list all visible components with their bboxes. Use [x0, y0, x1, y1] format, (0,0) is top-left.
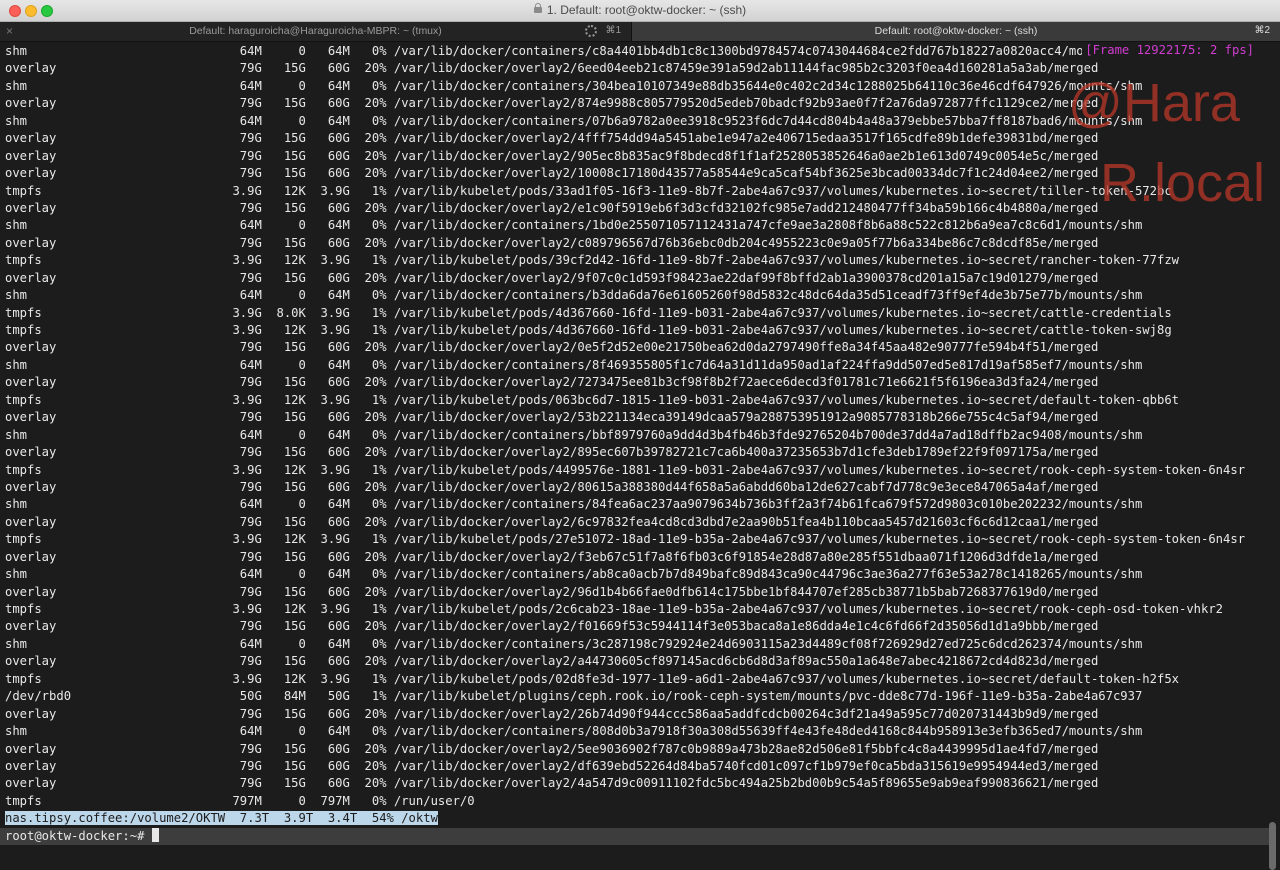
terminal-line: tmpfs 3.9G 12K 3.9G 1% /var/lib/kubelet/…	[5, 323, 1172, 337]
terminal-line: overlay 79G 15G 60G 20% /var/lib/docker/…	[5, 166, 1099, 181]
terminal-line: overlay 79G 15G 60G 20% /var/lib/docker/…	[5, 375, 1099, 390]
selected-line: nas.tipsy.coffee:/volume2/OKTW 7.3T 3.9T…	[5, 810, 1270, 827]
terminal-line: overlay 79G 15G 60G 20% /var/lib/docker/…	[5, 758, 1099, 773]
tab-label: Default: root@oktw-docker: ~ (ssh)	[874, 25, 1038, 37]
terminal-line: tmpfs 3.9G 12K 3.9G 1% /var/lib/kubelet/…	[5, 392, 1179, 407]
terminal-line: overlay 79G 15G 60G 20% /var/lib/docker/…	[5, 148, 1099, 163]
activity-spinner-icon	[585, 25, 597, 37]
terminal-line: tmpfs 3.9G 12K 3.9G 1% /var/lib/kubelet/…	[5, 532, 1246, 547]
terminal-line: shm 64M 0 64M 0% /var/lib/docker/contain…	[5, 636, 1143, 651]
terminal-line: shm 64M 0 64M 0% /var/lib/docker/contain…	[5, 357, 1143, 372]
terminal-line: overlay 79G 15G 60G 20% /var/lib/docker/…	[5, 479, 1099, 494]
terminal-line: overlay 79G 15G 60G 20% /var/lib/docker/…	[5, 549, 1099, 564]
terminal-line: tmpfs 3.9G 12K 3.9G 1% /var/lib/kubelet/…	[5, 253, 1179, 268]
terminal-line: tmpfs 797M 0 797M 0% /run/user/0	[5, 793, 475, 808]
terminal-line: shm 64M 0 64M 0% /var/lib/docker/contain…	[5, 113, 1143, 128]
terminal-line: overlay 79G 15G 60G 20% /var/lib/docker/…	[5, 340, 1099, 355]
terminal-line: shm 64M 0 64M 0% /var/lib/docker/contain…	[5, 497, 1143, 512]
terminal-line: shm 64M 0 64M 0% /var/lib/docker/contain…	[5, 288, 1143, 303]
tab-shortcut: ⌘1	[605, 25, 621, 36]
terminal-line: overlay 79G 15G 60G 20% /var/lib/docker/…	[5, 131, 1099, 146]
terminal-line: tmpfs 3.9G 8.0K 3.9G 1% /var/lib/kubelet…	[5, 305, 1172, 320]
window-title-text: 1. Default: root@oktw-docker: ~ (ssh)	[546, 3, 747, 17]
tab-ssh[interactable]: Default: root@oktw-docker: ~ (ssh) ⌘2	[632, 22, 1280, 41]
terminal-line: overlay 79G 15G 60G 20% /var/lib/docker/…	[5, 741, 1099, 756]
terminal-line: shm 64M 0 64M 0% /var/lib/docker/contain…	[5, 78, 1143, 93]
terminal-line: /dev/rbd0 50G 84M 50G 1% /var/lib/kubele…	[5, 689, 1143, 704]
title-bar[interactable]: 1. Default: root@oktw-docker: ~ (ssh)	[0, 0, 1280, 22]
terminal-line: overlay 79G 15G 60G 20% /var/lib/docker/…	[5, 96, 1099, 111]
terminal-line: tmpfs 3.9G 12K 3.9G 1% /var/lib/kubelet/…	[5, 462, 1246, 477]
terminal-output: shm 64M 0 64M 0% /var/lib/docker/contain…	[0, 43, 1270, 846]
terminal-line: shm 64M 0 64M 0% /var/lib/docker/contain…	[5, 427, 1143, 442]
terminal-line: overlay 79G 15G 60G 20% /var/lib/docker/…	[5, 200, 1099, 215]
terminal-line: overlay 79G 15G 60G 20% /var/lib/docker/…	[5, 270, 1099, 285]
terminal-line: shm 64M 0 64M 0% /var/lib/docker/contain…	[5, 724, 1143, 739]
selected-text: nas.tipsy.coffee:/volume2/OKTW 7.3T 3.9T…	[5, 811, 438, 826]
prompt-line[interactable]: root@oktw-docker:~#	[0, 827, 1270, 846]
terminal-line: tmpfs 3.9G 12K 3.9G 1% /var/lib/kubelet/…	[5, 602, 1224, 616]
terminal-line: overlay 79G 15G 60G 20% /var/lib/docker/…	[5, 61, 1099, 76]
terminal-line: overlay 79G 15G 60G 20% /var/lib/docker/…	[5, 706, 1099, 721]
lock-icon	[533, 3, 542, 13]
terminal-line: overlay 79G 15G 60G 20% /var/lib/docker/…	[5, 619, 1099, 634]
terminal-line: shm 64M 0 64M 0% /var/lib/docker/contain…	[5, 218, 1143, 233]
prompt-text: root@oktw-docker:~#	[5, 828, 152, 843]
tab-shortcut: ⌘2	[1254, 25, 1270, 36]
tab-label: Default: haraguroicha@Haraguroicha-MBPR:…	[189, 25, 442, 37]
cursor	[151, 827, 159, 842]
window-title: 1. Default: root@oktw-docker: ~ (ssh)	[0, 3, 1280, 17]
terminal-line: overlay 79G 15G 60G 20% /var/lib/docker/…	[5, 654, 1099, 669]
terminal-line: tmpfs 3.9G 12K 3.9G 1% /var/lib/kubelet/…	[5, 671, 1179, 686]
terminal-pane[interactable]: shm 64M 0 64M 0% /var/lib/docker/contain…	[0, 42, 1280, 870]
terminal-line: overlay 79G 15G 60G 20% /var/lib/docker/…	[5, 776, 1099, 791]
frame-badge: [Frame 12922175: 2 fps]	[1082, 43, 1257, 57]
tab-bar: × Default: haraguroicha@Haraguroicha-MBP…	[0, 22, 1280, 42]
terminal-line: overlay 79G 15G 60G 20% /var/lib/docker/…	[5, 235, 1099, 250]
terminal-line: overlay 79G 15G 60G 20% /var/lib/docker/…	[5, 514, 1099, 529]
tab-tmux[interactable]: × Default: haraguroicha@Haraguroicha-MBP…	[0, 22, 632, 41]
terminal-line: overlay 79G 15G 60G 20% /var/lib/docker/…	[5, 584, 1099, 599]
terminal-line: overlay 79G 15G 60G 20% /var/lib/docker/…	[5, 445, 1099, 460]
scrollbar[interactable]	[1269, 822, 1276, 870]
terminal-line: tmpfs 3.9G 12K 3.9G 1% /var/lib/kubelet/…	[5, 183, 1172, 198]
terminal-line: overlay 79G 15G 60G 20% /var/lib/docker/…	[5, 410, 1099, 425]
terminal-line: shm 64M 0 64M 0% /var/lib/docker/contain…	[5, 567, 1143, 582]
terminal-line: shm 64M 0 64M 0% /var/lib/docker/contain…	[5, 44, 1143, 58]
